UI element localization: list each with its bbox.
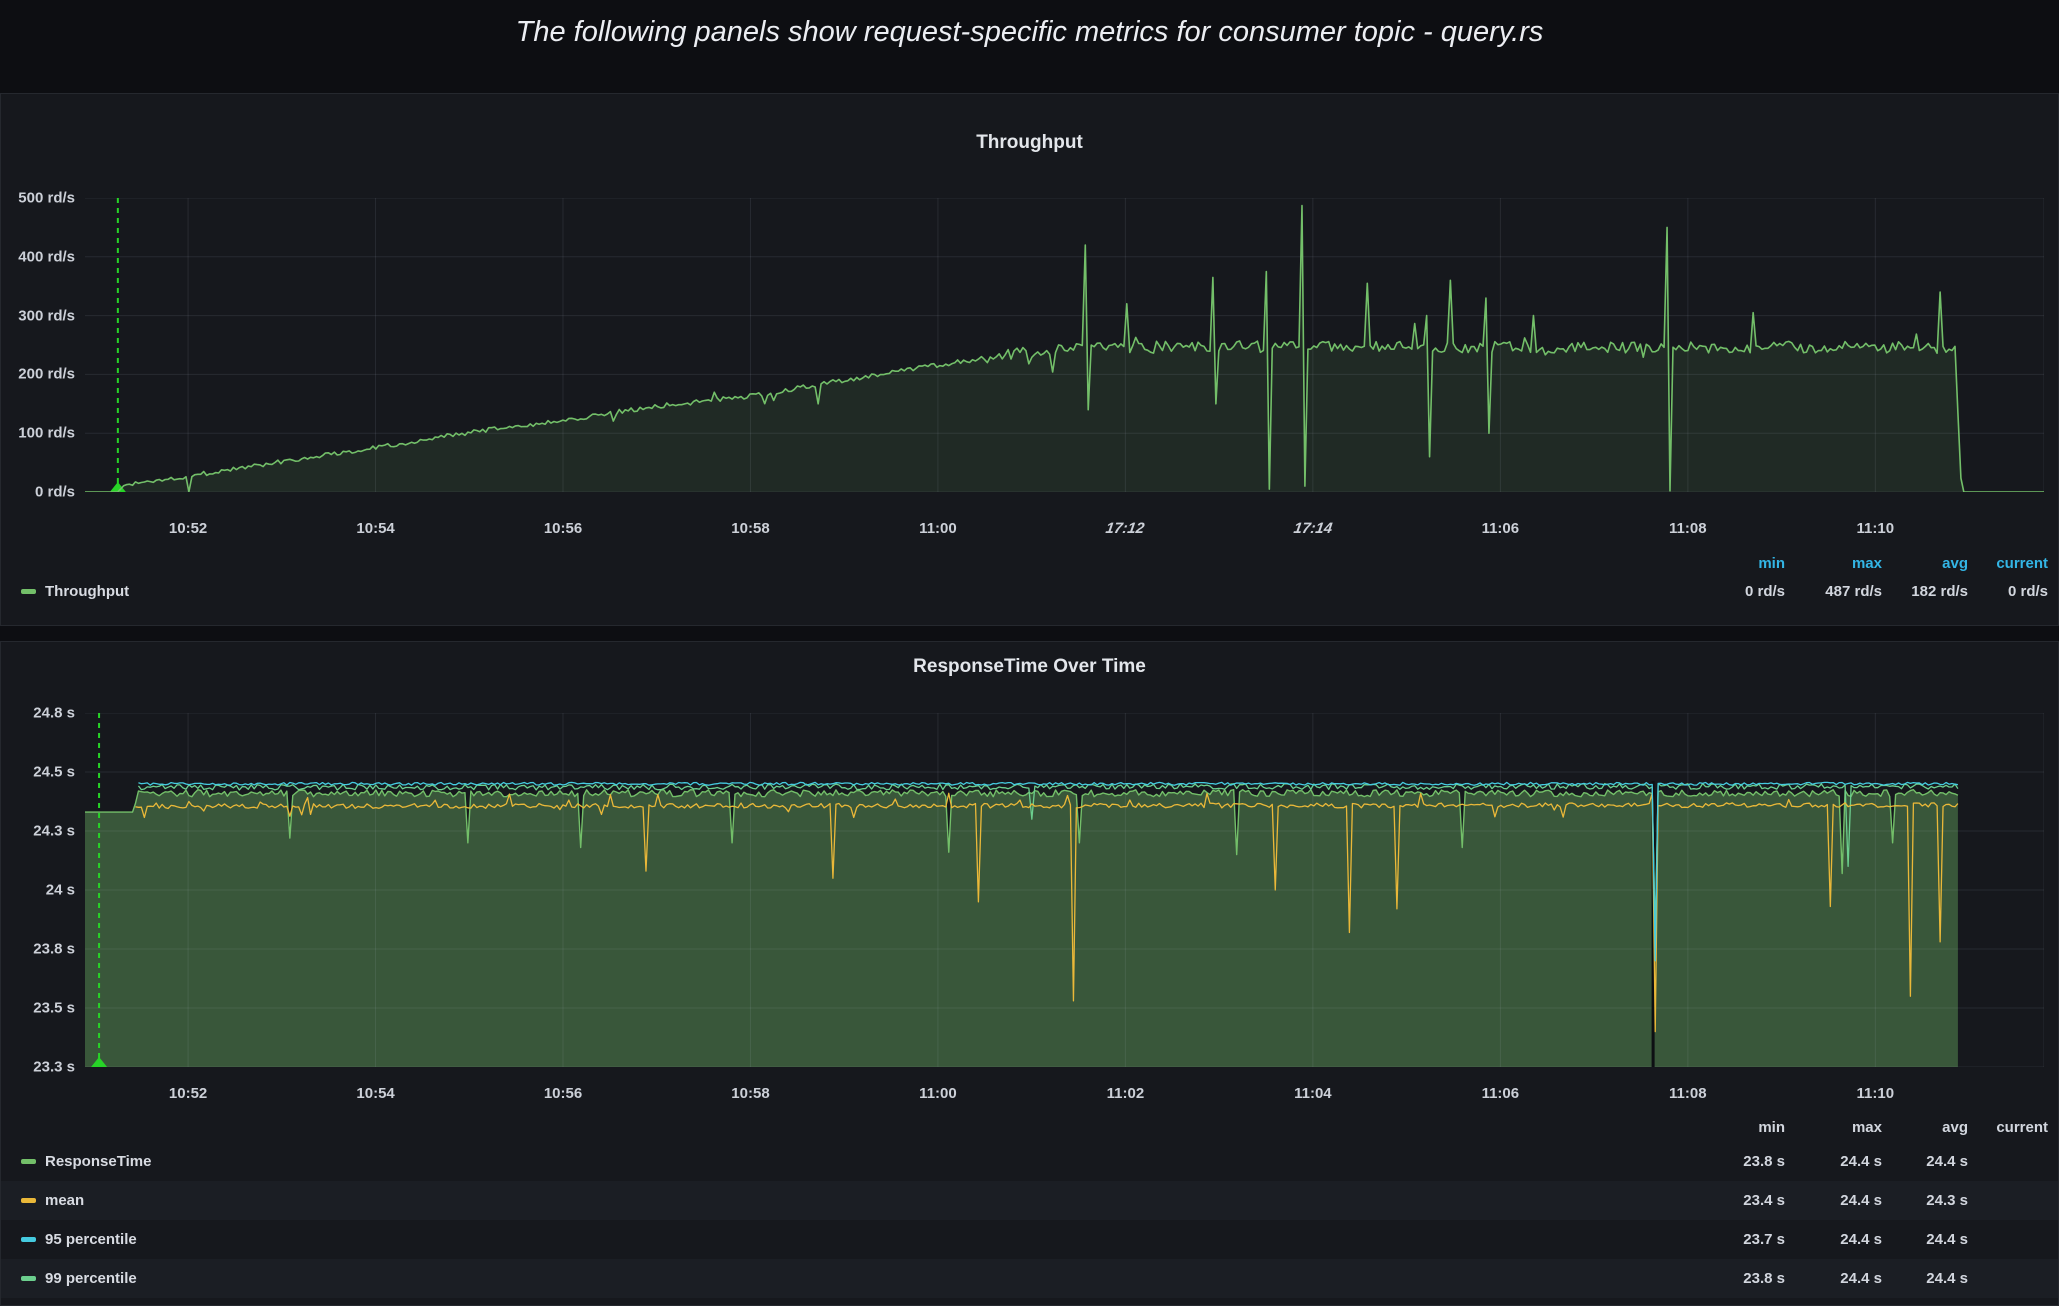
series-color-swatch (21, 1198, 36, 1203)
legend-header-min[interactable]: min (1690, 555, 1785, 572)
stat-avg: 24.4 s (1882, 1270, 1968, 1287)
stat-min: 23.8 s (1690, 1270, 1785, 1287)
legend-series-95-percentile[interactable]: 95 percentile (21, 1231, 137, 1248)
panel-response-time: ResponseTime Over Time 24.8 s 24.5 s 24.3 … (0, 641, 2059, 1306)
y-tick-label: 23.5 s (33, 999, 75, 1016)
legend-header-min[interactable]: min (1690, 1119, 1785, 1136)
y-tick-label: 24.3 s (33, 822, 75, 839)
x-tick-label: 11:02 (1107, 1085, 1145, 1102)
x-tick-label: 10:52 (169, 1085, 207, 1102)
series-color-swatch (21, 589, 36, 594)
series-label: 99 percentile (45, 1270, 137, 1287)
text-panel: The following panels show request-specif… (0, 0, 2059, 92)
y-axis: 24.8 s24.5 s24.3 s24 s23.8 s23.5 s23.3 s (1, 713, 85, 1067)
x-tick-label: 11:06 (1482, 1085, 1520, 1102)
x-tick-label: 10:56 (544, 1085, 582, 1102)
stat-min: 23.8 s (1690, 1153, 1785, 1170)
x-tick-label: 11:10 (1857, 1085, 1895, 1102)
x-tick-label: 17:12 (1105, 520, 1146, 537)
y-tick-label: 24.8 s (33, 705, 75, 722)
x-tick-label: 10:56 (544, 520, 582, 537)
x-tick-label: 11:04 (1294, 1085, 1332, 1102)
legend-series-mean[interactable]: mean (21, 1192, 84, 1209)
stat-avg: 24.4 s (1882, 1153, 1968, 1170)
series-color-swatch (21, 1237, 36, 1242)
y-axis: 500 rd/s400 rd/s300 rd/s200 rd/s100 rd/s… (1, 198, 85, 492)
panel-throughput: Throughput 500 rd/s 400 rd/s 300 rd/s 200 r… (0, 93, 2059, 626)
x-axis: 10:52 10:54 10:56 10:58 11:00 11:02 11:04 11:06… (85, 1083, 2044, 1105)
y-tick-label: 200 rd/s (18, 366, 75, 383)
panel2-chart-area: 24.8 s24.5 s24.3 s24 s23.8 s23.5 s23.3 s (1, 713, 2044, 1067)
throughput-chart[interactable] (85, 198, 2044, 492)
response-time-chart[interactable] (85, 713, 2044, 1067)
legend-header-current[interactable]: current (1968, 1119, 2048, 1136)
legend-row-99-percentile: 99 percentile 23.8 s 24.4 s 24.4 s (1, 1259, 2058, 1298)
x-tick-label: 17:14 (1292, 520, 1333, 537)
x-tick-label: 10:52 (169, 520, 207, 537)
x-tick-label: 10:58 (731, 1085, 769, 1102)
x-tick-label: 11:08 (1669, 1085, 1707, 1102)
series-color-swatch (21, 1276, 36, 1281)
x-tick-label: 11:00 (919, 1085, 957, 1102)
panel1-legend: min max avg current Throughput 0 rd/s 48… (21, 549, 2048, 605)
stat-min: 23.7 s (1690, 1231, 1785, 1248)
y-tick-label: 0 rd/s (35, 484, 75, 501)
legend-header-avg[interactable]: avg (1882, 1119, 1968, 1136)
series-label: ResponseTime (45, 1153, 151, 1170)
legend-header-current[interactable]: current (1968, 555, 2048, 572)
stat-max: 24.4 s (1785, 1231, 1882, 1248)
x-tick-label: 11:06 (1482, 520, 1520, 537)
stat-min: 23.4 s (1690, 1192, 1785, 1209)
x-tick-label: 11:00 (919, 520, 957, 537)
y-tick-label: 24 s (46, 882, 75, 899)
dashboard-header-text: The following panels show request-specif… (516, 16, 1544, 49)
stat-current: 0 rd/s (1968, 583, 2048, 600)
x-tick-label: 10:54 (356, 520, 394, 537)
series-color-swatch (21, 1159, 36, 1164)
stat-min: 0 rd/s (1690, 583, 1785, 600)
legend-header-max[interactable]: max (1785, 555, 1882, 572)
panel1-chart-area: 500 rd/s400 rd/s300 rd/s200 rd/s100 rd/s… (1, 198, 2044, 492)
legend-row-responsetime: ResponseTime 23.8 s 24.4 s 24.4 s (1, 1142, 2058, 1181)
legend-series-99-percentile[interactable]: 99 percentile (21, 1270, 137, 1287)
x-axis: 10:52 10:54 10:56 10:58 11:00 17:12 17:14 11:06… (85, 518, 2044, 540)
stat-max: 487 rd/s (1785, 583, 1882, 600)
legend-series-responsetime[interactable]: ResponseTime (21, 1153, 151, 1170)
panel1-title[interactable]: Throughput (1, 132, 2058, 154)
series-label: Throughput (45, 583, 129, 600)
legend-header-max[interactable]: max (1785, 1119, 1882, 1136)
stat-max: 24.4 s (1785, 1192, 1882, 1209)
x-tick-label: 10:54 (356, 1085, 394, 1102)
y-tick-label: 24.5 s (33, 764, 75, 781)
y-tick-label: 23.3 s (33, 1059, 75, 1076)
legend-header-avg[interactable]: avg (1882, 555, 1968, 572)
legend-row-95-percentile: 95 percentile 23.7 s 24.4 s 24.4 s (1, 1220, 2058, 1259)
x-tick-label: 11:10 (1857, 520, 1895, 537)
y-tick-label: 400 rd/s (18, 248, 75, 265)
series-label: 95 percentile (45, 1231, 137, 1248)
stat-avg: 24.4 s (1882, 1231, 1968, 1248)
x-tick-label: 11:08 (1669, 520, 1707, 537)
x-tick-label: 10:58 (731, 520, 769, 537)
y-tick-label: 500 rd/s (18, 190, 75, 207)
stat-max: 24.4 s (1785, 1153, 1882, 1170)
stat-max: 24.4 s (1785, 1270, 1882, 1287)
legend-row-mean: mean 23.4 s 24.4 s 24.3 s (1, 1181, 2058, 1220)
panel2-legend: min max avg current ResponseTime 23.8 s … (1, 1112, 2058, 1298)
y-tick-label: 100 rd/s (18, 425, 75, 442)
stat-avg: 24.3 s (1882, 1192, 1968, 1209)
y-tick-label: 23.8 s (33, 941, 75, 958)
series-label: mean (45, 1192, 84, 1209)
legend-series-throughput[interactable]: Throughput (21, 583, 129, 600)
stat-avg: 182 rd/s (1882, 583, 1968, 600)
y-tick-label: 300 rd/s (18, 307, 75, 324)
panel2-title[interactable]: ResponseTime Over Time (1, 656, 2058, 678)
